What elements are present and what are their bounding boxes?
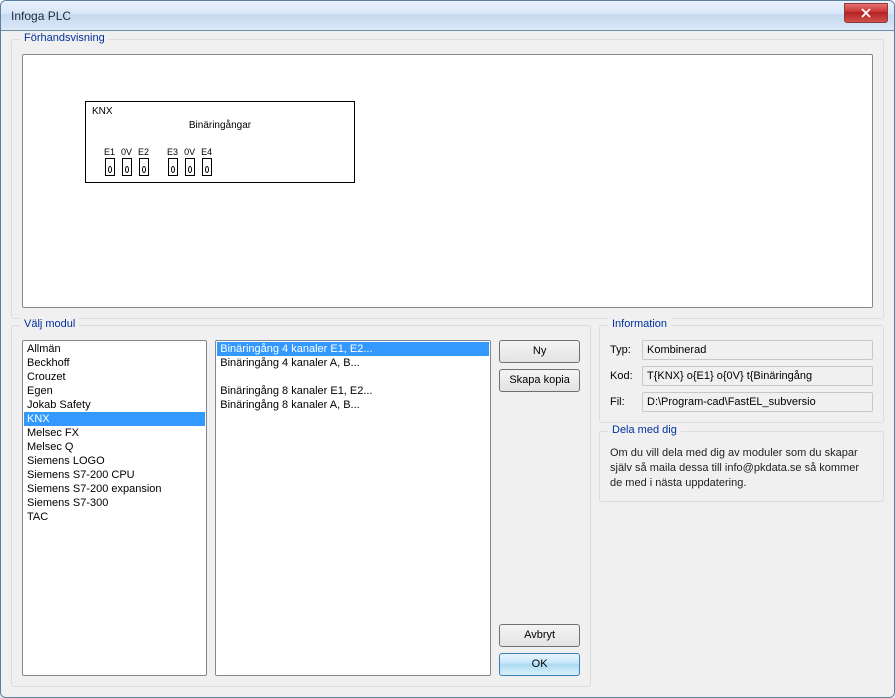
preview-canvas: KNX Binäringångar E1 0V E2 E3 0V E4 — [22, 54, 873, 308]
cancel-button[interactable]: Avbryt — [499, 624, 580, 647]
group-preview-label: Förhandsvisning — [20, 32, 109, 44]
group-module: Välj modul AllmänBeckhoffCrouzetEgenJoka… — [11, 325, 591, 687]
info-file-label: Fil: — [610, 396, 642, 408]
titlebar: Infoga PLC — [1, 1, 894, 31]
lower-row: Välj modul AllmänBeckhoffCrouzetEgenJoka… — [11, 325, 884, 687]
close-button[interactable] — [844, 3, 888, 23]
window-title: Infoga PLC — [11, 9, 71, 23]
close-icon — [860, 8, 872, 18]
group-module-label: Välj modul — [20, 318, 79, 330]
terminal: E3 — [167, 147, 178, 176]
group-info: Information Typ: Kombinerad Kod: T{KNX} … — [599, 325, 884, 423]
dialog-window: Infoga PLC Förhandsvisning KNX Binäringå… — [0, 0, 895, 698]
vendor-item[interactable]: Crouzet — [24, 370, 205, 384]
vendor-item[interactable]: Melsec Q — [24, 440, 205, 454]
module-item[interactable]: Binäringång 4 kanaler A, B... — [217, 356, 489, 370]
plc-terminals: E1 0V E2 E3 0V E4 — [104, 147, 212, 176]
group-preview: Förhandsvisning KNX Binäringångar E1 0V … — [11, 39, 884, 319]
share-text: Om du vill dela med dig av moduler som d… — [610, 446, 873, 491]
group-share: Dela med dig Om du vill dela med dig av … — [599, 431, 884, 502]
plc-title: Binäringångar — [86, 120, 354, 131]
module-item[interactable]: Binäringång 8 kanaler E1, E2... — [217, 384, 489, 398]
info-type-value: Kombinerad — [642, 340, 873, 360]
module-list[interactable]: Binäringång 4 kanaler E1, E2...Binäringå… — [215, 340, 491, 676]
info-code-value: T{KNX} o{E1} o{0V} t{Binäringång — [642, 366, 873, 386]
plc-diagram: KNX Binäringångar E1 0V E2 E3 0V E4 — [85, 101, 355, 183]
vendor-list[interactable]: AllmänBeckhoffCrouzetEgenJokab SafetyKNX… — [22, 340, 207, 676]
module-body: AllmänBeckhoffCrouzetEgenJokab SafetyKNX… — [22, 340, 580, 676]
terminal: E1 — [104, 147, 115, 176]
vendor-item[interactable]: Allmän — [24, 342, 205, 356]
copy-button[interactable]: Skapa kopia — [499, 369, 580, 392]
terminal: 0V — [184, 147, 195, 176]
plc-type-label: KNX — [92, 106, 113, 117]
terminal-group-left: E1 0V E2 — [104, 147, 149, 176]
terminal: E4 — [201, 147, 212, 176]
info-file-value: D:\Program-cad\FastEL_subversio — [642, 392, 873, 412]
vendor-item[interactable]: TAC — [24, 510, 205, 524]
vendor-item[interactable]: Melsec FX — [24, 426, 205, 440]
new-button[interactable]: Ny — [499, 340, 580, 363]
vendor-item[interactable]: Siemens S7-200 CPU — [24, 468, 205, 482]
module-item-blank — [217, 370, 489, 384]
vendor-item[interactable]: Jokab Safety — [24, 398, 205, 412]
vendor-item[interactable]: KNX — [24, 412, 205, 426]
terminal: E2 — [138, 147, 149, 176]
module-button-column: Ny Skapa kopia Avbryt OK — [499, 340, 580, 676]
info-type-label: Typ: — [610, 344, 642, 356]
info-code-label: Kod: — [610, 370, 642, 382]
client-area: Förhandsvisning KNX Binäringångar E1 0V … — [1, 31, 894, 697]
terminal: 0V — [121, 147, 132, 176]
ok-button[interactable]: OK — [499, 653, 580, 676]
group-share-label: Dela med dig — [608, 424, 681, 436]
vendor-item[interactable]: Egen — [24, 384, 205, 398]
right-column: Information Typ: Kombinerad Kod: T{KNX} … — [599, 325, 884, 687]
vendor-item[interactable]: Siemens S7-300 — [24, 496, 205, 510]
terminal-group-right: E3 0V E4 — [167, 147, 212, 176]
vendor-item[interactable]: Beckhoff — [24, 356, 205, 370]
module-item[interactable]: Binäringång 4 kanaler E1, E2... — [217, 342, 489, 356]
vendor-item[interactable]: Siemens S7-200 expansion — [24, 482, 205, 496]
vendor-item[interactable]: Siemens LOGO — [24, 454, 205, 468]
module-item[interactable]: Binäringång 8 kanaler A, B... — [217, 398, 489, 412]
group-info-label: Information — [608, 318, 671, 330]
